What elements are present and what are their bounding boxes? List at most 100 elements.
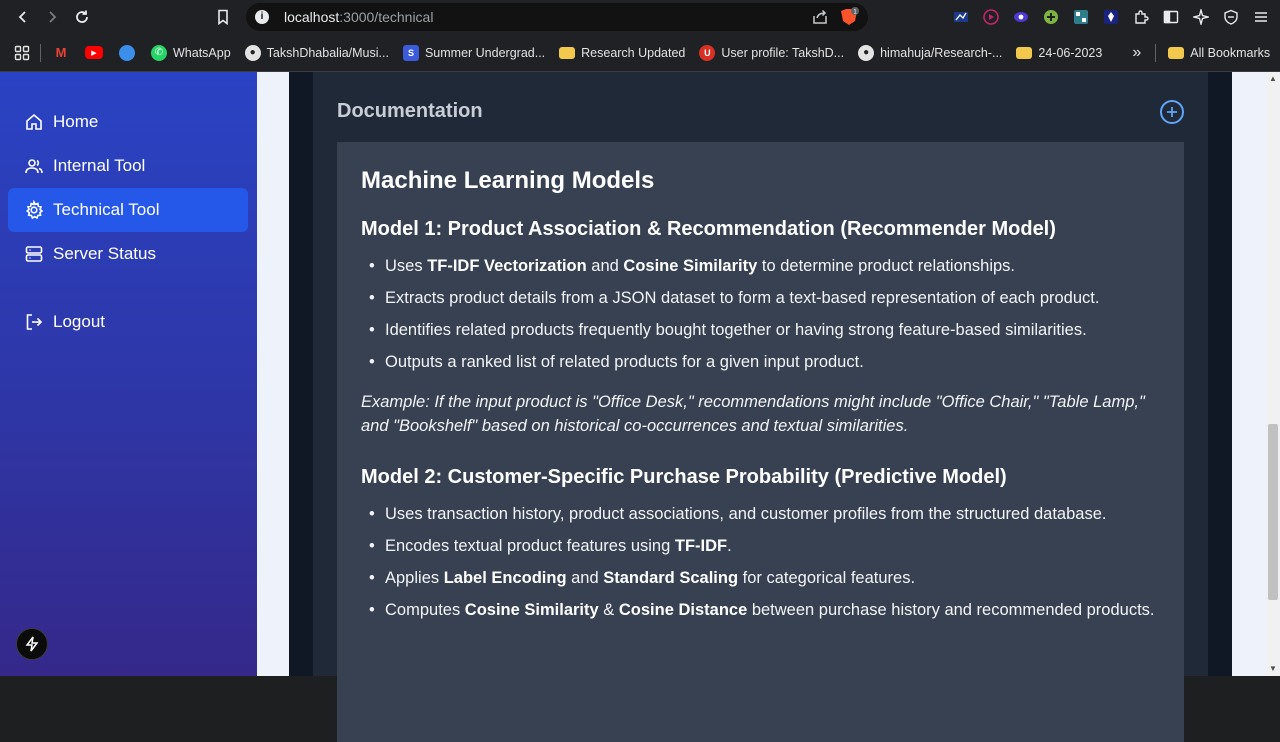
- bookmarks-bar: M ▶ ✆ WhatsApp ● TakshDhabalia/Musi... S…: [0, 34, 1280, 72]
- browser-menu-icon[interactable]: [1250, 6, 1272, 28]
- logout-icon: [24, 312, 44, 332]
- summer-undergrad-icon: S: [402, 44, 419, 61]
- folder-icon: [1016, 46, 1033, 59]
- extension-pin-icon[interactable]: [1100, 6, 1122, 28]
- bookmark-gmail[interactable]: M: [53, 45, 69, 61]
- extension-eye-icon[interactable]: [1010, 6, 1032, 28]
- bookmark-user-profile[interactable]: U User profile: TakshD...: [699, 44, 844, 61]
- extensions-puzzle-icon[interactable]: [1130, 6, 1152, 28]
- sidebar-item-label: Logout: [53, 312, 105, 331]
- bookmark-folder-research[interactable]: Research Updated: [559, 46, 685, 60]
- back-button[interactable]: [8, 2, 38, 32]
- model2-title: Model 2: Customer-Specific Purchase Prob…: [361, 466, 1007, 488]
- vpn-shield-icon[interactable]: [1220, 6, 1242, 28]
- forward-button[interactable]: [37, 2, 67, 32]
- bookmark-label: TakshDhabalia/Musi...: [266, 45, 389, 60]
- extensions-toolbar: [950, 6, 1272, 28]
- bookmark-whatsapp[interactable]: ✆ WhatsApp: [151, 44, 231, 61]
- text-span: and: [566, 569, 604, 587]
- extension-chart-icon[interactable]: [950, 6, 972, 28]
- apps-grid-icon: [14, 45, 30, 60]
- bold-term: Label Encoding: [443, 569, 567, 587]
- url-text[interactable]: localhost:3000/technical: [284, 9, 433, 25]
- dev-tools-button[interactable]: [16, 628, 48, 660]
- technical-panel: Documentation Machine Learning Models Mo…: [289, 72, 1232, 742]
- sidebar-item-label: Server Status: [53, 244, 156, 263]
- site-info-icon[interactable]: i: [255, 10, 269, 24]
- bold-term: TF-IDF Vectorization: [427, 257, 587, 275]
- model1-title: Model 1: Product Association & Recommend…: [361, 218, 1056, 240]
- server-icon: [24, 244, 44, 264]
- all-bookmarks-button[interactable]: All Bookmarks: [1168, 46, 1270, 60]
- list-item: Extracts product details from a JSON dat…: [361, 286, 1160, 310]
- sidebar-item-server-status[interactable]: Server Status: [8, 232, 248, 276]
- users-icon: [24, 156, 44, 176]
- extension-record-icon[interactable]: [980, 6, 1002, 28]
- url-host: localhost: [284, 9, 340, 25]
- list-item: Computes Cosine Similarity & Cosine Dist…: [361, 598, 1160, 622]
- text-span: Computes: [385, 601, 465, 619]
- bookmark-label: Research Updated: [581, 45, 686, 60]
- whatsapp-icon: ✆: [151, 44, 167, 61]
- youtube-icon: ▶: [85, 46, 103, 59]
- text-span: and: [586, 257, 624, 275]
- scroll-down-arrow-icon[interactable]: ▼: [1269, 665, 1277, 673]
- sidebar-item-logout[interactable]: Logout: [8, 300, 248, 344]
- github-icon: ●: [244, 44, 261, 61]
- list-item: Outputs a ranked list of related product…: [361, 350, 1160, 374]
- bookmark-folder-date[interactable]: 24-06-2023: [1016, 46, 1102, 60]
- bold-term: Cosine Similarity: [623, 257, 758, 275]
- list-item: Identifies related products frequently b…: [361, 318, 1160, 342]
- reload-button[interactable]: [67, 2, 97, 32]
- bookmark-page-icon[interactable]: [214, 8, 232, 26]
- page-scrollbar[interactable]: ▲ ▼: [1266, 72, 1280, 676]
- documentation-title: Documentation: [337, 100, 483, 122]
- bookmark-summer-undergrad[interactable]: S Summer Undergrad...: [402, 44, 545, 61]
- text-span: for categorical features.: [738, 569, 916, 587]
- bookmark-github-himahuja[interactable]: ● himahuja/Research-...: [858, 44, 1003, 61]
- reload-icon: [76, 10, 88, 23]
- main-content: Documentation Machine Learning Models Mo…: [257, 72, 1280, 742]
- bookmark-youtube[interactable]: ▶: [85, 46, 103, 59]
- text-span: Uses: [385, 257, 428, 275]
- bookmark-generic[interactable]: [119, 44, 135, 61]
- sidebar-item-label: Internal Tool: [53, 156, 146, 175]
- sidebar-item-label: Home: [53, 112, 99, 131]
- chevron-double-right-icon: »: [1132, 43, 1142, 61]
- apps-grid-button[interactable]: [14, 45, 30, 61]
- sidebar-item-label: Technical Tool: [53, 200, 160, 219]
- scroll-up-arrow-icon[interactable]: ▲: [1269, 75, 1277, 83]
- scrollbar-thumb[interactable]: [1268, 424, 1278, 600]
- browser-toolbar: i localhost:3000/technical 1: [0, 0, 1280, 34]
- extension-grid-icon[interactable]: [1070, 6, 1092, 28]
- url-path: :3000/technical: [339, 9, 434, 25]
- sidebar-item-technical-tool[interactable]: Technical Tool: [8, 188, 248, 232]
- text-span: to determine product relationships.: [757, 257, 1016, 275]
- sidebar-toggle-icon[interactable]: [1160, 6, 1182, 28]
- bookmarks-separator: [1155, 43, 1157, 62]
- extension-plus-icon[interactable]: [1040, 6, 1062, 28]
- text-span: between purchase history and recommended…: [747, 601, 1155, 619]
- expand-documentation-button[interactable]: [1160, 100, 1184, 124]
- back-arrow-icon: [18, 11, 26, 23]
- globe-icon: [119, 44, 135, 61]
- bookmark-label: himahuja/Research-...: [880, 45, 1003, 60]
- bookmark-github-musi[interactable]: ● TakshDhabalia/Musi...: [244, 44, 389, 61]
- leo-ai-icon[interactable]: [1190, 6, 1212, 28]
- sidebar-item-internal-tool[interactable]: Internal Tool: [8, 144, 248, 188]
- sidebar: Home Internal Tool Technical Tool Server…: [0, 72, 257, 676]
- bold-term: Cosine Distance: [618, 601, 748, 619]
- user-profile-icon: U: [699, 44, 716, 61]
- bookmarks-overflow-button[interactable]: »: [1132, 44, 1141, 62]
- bookmarks-separator: [40, 43, 41, 62]
- text-span: &: [598, 601, 619, 619]
- folder-icon: [1168, 46, 1185, 59]
- sidebar-item-home[interactable]: Home: [8, 100, 248, 144]
- lightning-bolt-icon: [25, 636, 39, 652]
- share-icon[interactable]: [812, 9, 828, 25]
- list-item: Encodes textual product features using T…: [361, 534, 1160, 558]
- home-icon: [24, 112, 44, 132]
- brave-shields-icon[interactable]: 1: [838, 7, 860, 27]
- list-item: Uses transaction history, product associ…: [361, 502, 1160, 526]
- address-bar[interactable]: i localhost:3000/technical 1: [246, 3, 868, 31]
